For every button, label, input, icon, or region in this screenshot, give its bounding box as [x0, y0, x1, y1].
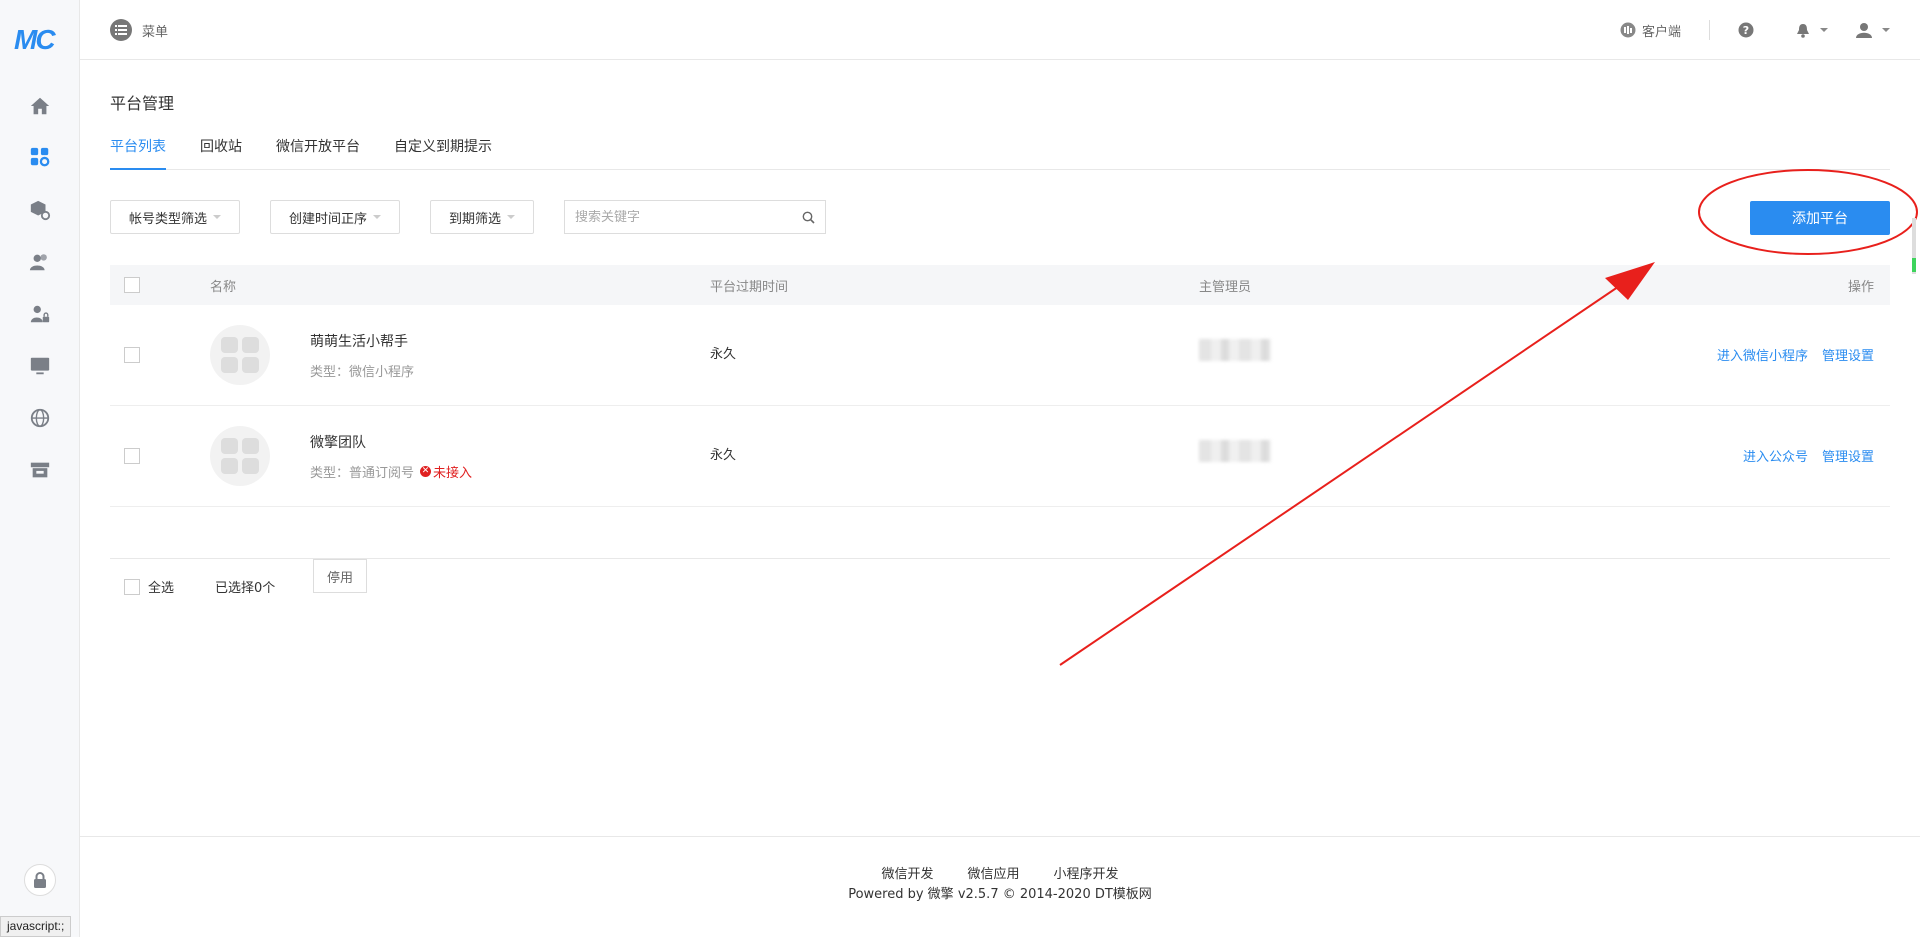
table-row: 萌萌生活小帮手 类型：微信小程序 永久 进入微信小程序 管理设置	[110, 305, 1890, 406]
scrollbar-indicator-green	[1912, 258, 1916, 272]
platform-type-label: 类型：微信小程序	[310, 365, 415, 380]
page-footer: 微信开发 微信应用 小程序开发 Powered by 微擎 v2.5.7 © 2…	[80, 836, 1920, 937]
add-platform-button[interactable]: 添加平台	[1750, 201, 1890, 235]
disable-button[interactable]: 停用	[313, 559, 367, 593]
tab-wechat-open-platform[interactable]: 微信开放平台	[276, 136, 360, 170]
account-type-filter[interactable]: 帐号类型筛选	[110, 200, 241, 234]
platform-table: 名称 平台过期时间 主管理员 操作 萌萌生活小帮手 类型：微信小程序 永久 进入…	[110, 265, 1890, 507]
chevron-down-icon	[507, 215, 516, 219]
error-icon: ✕	[420, 466, 432, 477]
platform-type-label: 类型：普通订阅号	[310, 466, 415, 481]
tab-custom-expiry-notice[interactable]: 自定义到期提示	[394, 136, 492, 170]
tab-platform-list[interactable]: 平台列表	[110, 136, 166, 170]
scrollbar-indicator	[1912, 218, 1916, 274]
manage-settings-link[interactable]: 管理设置	[1822, 345, 1874, 364]
bulk-actions-bar: 全选 已选择0个 停用	[110, 558, 1890, 598]
chevron-down-icon	[1820, 28, 1828, 32]
top-bar: 菜单 客户端 ?	[80, 0, 1920, 60]
footer-link-wechat-apps[interactable]: 微信应用	[967, 863, 1019, 882]
footer-link-mini-program-dev[interactable]: 小程序开发	[1054, 863, 1119, 882]
user-lock-icon[interactable]	[28, 302, 52, 326]
platform-type: 类型：普通订阅号 ✕ 未接入	[310, 462, 472, 481]
menu-toggle[interactable]: 菜单	[110, 19, 168, 41]
admin-name-redacted	[1199, 339, 1271, 361]
package-settings-icon[interactable]	[28, 198, 52, 222]
page-title: 平台管理	[110, 94, 175, 113]
help-button[interactable]: ?	[1738, 22, 1754, 38]
client-link[interactable]: 客户端	[1620, 21, 1681, 40]
search-input[interactable]	[575, 209, 776, 225]
enter-mini-program-link[interactable]: 进入微信小程序	[1717, 345, 1808, 364]
enter-official-account-link[interactable]: 进入公众号	[1743, 446, 1808, 465]
globe-icon[interactable]	[28, 406, 52, 430]
monitor-icon[interactable]	[28, 354, 52, 378]
search-box	[564, 200, 827, 234]
platform-expire: 永久	[710, 448, 737, 463]
tab-recycle-bin[interactable]: 回收站	[200, 136, 242, 170]
platform-type: 类型：微信小程序	[310, 361, 414, 380]
lock-screen-button[interactable]	[24, 864, 56, 896]
search-icon[interactable]	[802, 211, 815, 224]
user-menu[interactable]	[1856, 22, 1890, 38]
table-header: 名称 平台过期时间 主管理员 操作	[110, 265, 1890, 305]
selected-count: 已选择0个	[215, 581, 276, 596]
created-time-sort[interactable]: 创建时间正序	[270, 200, 401, 234]
app-logo[interactable]: MC	[14, 24, 66, 60]
account-type-filter-label: 帐号类型筛选	[129, 211, 208, 227]
powered-by: Powered by 微擎 v2.5.7 © 2014-2020 DT模板网	[848, 887, 1152, 902]
browser-status-bar: javascript:;	[0, 916, 72, 937]
menu-label: 菜单	[142, 24, 169, 40]
row-checkbox[interactable]	[124, 448, 140, 464]
notifications-button[interactable]	[1796, 23, 1828, 38]
not-connected-badge: ✕ 未接入	[420, 462, 472, 481]
divider	[1709, 20, 1710, 40]
footer-links: 微信开发 微信应用 小程序开发	[80, 863, 1920, 882]
not-connected-label: 未接入	[433, 466, 473, 481]
platform-expire: 永久	[710, 347, 737, 362]
created-time-sort-label: 创建时间正序	[289, 211, 368, 227]
platform-avatar	[210, 325, 270, 385]
apps-icon[interactable]	[28, 145, 52, 169]
column-header-admin: 主管理员	[1199, 279, 1252, 295]
chevron-down-icon	[373, 215, 382, 219]
expire-filter[interactable]: 到期筛选	[430, 200, 535, 234]
store-icon[interactable]	[28, 458, 52, 482]
admin-name-redacted	[1199, 440, 1271, 462]
users-icon[interactable]	[28, 250, 52, 274]
chevron-down-icon	[213, 215, 222, 219]
column-header-name: 名称	[210, 279, 237, 295]
platform-avatar	[210, 426, 270, 486]
footer-link-wechat-dev[interactable]: 微信开发	[881, 863, 933, 882]
select-all-checkbox[interactable]	[124, 578, 140, 595]
lock-icon	[34, 872, 46, 888]
tab-bar: 平台列表 回收站 微信开放平台 自定义到期提示	[110, 136, 1890, 170]
filter-bar: 帐号类型筛选 创建时间正序 到期筛选	[110, 200, 827, 234]
svg-text:?: ?	[1743, 24, 1749, 37]
manage-settings-link[interactable]: 管理设置	[1822, 446, 1874, 465]
help-icon: ?	[1738, 22, 1754, 38]
bell-icon	[1797, 23, 1809, 38]
client-label: 客户端	[1641, 24, 1681, 40]
home-icon[interactable]	[28, 94, 52, 118]
sidebar: MC	[0, 0, 80, 937]
chevron-down-icon	[1882, 28, 1890, 32]
client-icon	[1620, 22, 1636, 38]
platform-name: 萌萌生活小帮手	[310, 334, 408, 350]
row-checkbox[interactable]	[124, 347, 140, 363]
user-icon	[1856, 23, 1872, 38]
row-actions: 进入微信小程序 管理设置	[1717, 345, 1874, 364]
menu-icon	[110, 19, 132, 41]
select-all[interactable]: 全选	[124, 577, 174, 596]
column-header-ops: 操作	[1847, 279, 1874, 295]
column-header-expire: 平台过期时间	[710, 279, 789, 295]
header-checkbox[interactable]	[124, 277, 140, 293]
table-row: 微擎团队 类型：普通订阅号 ✕ 未接入 永久 进入公众号 管理设置	[110, 406, 1890, 507]
platform-name: 微擎团队	[310, 435, 366, 451]
select-all-label: 全选	[148, 581, 175, 596]
expire-filter-label: 到期筛选	[449, 211, 502, 227]
row-actions: 进入公众号 管理设置	[1743, 446, 1874, 465]
